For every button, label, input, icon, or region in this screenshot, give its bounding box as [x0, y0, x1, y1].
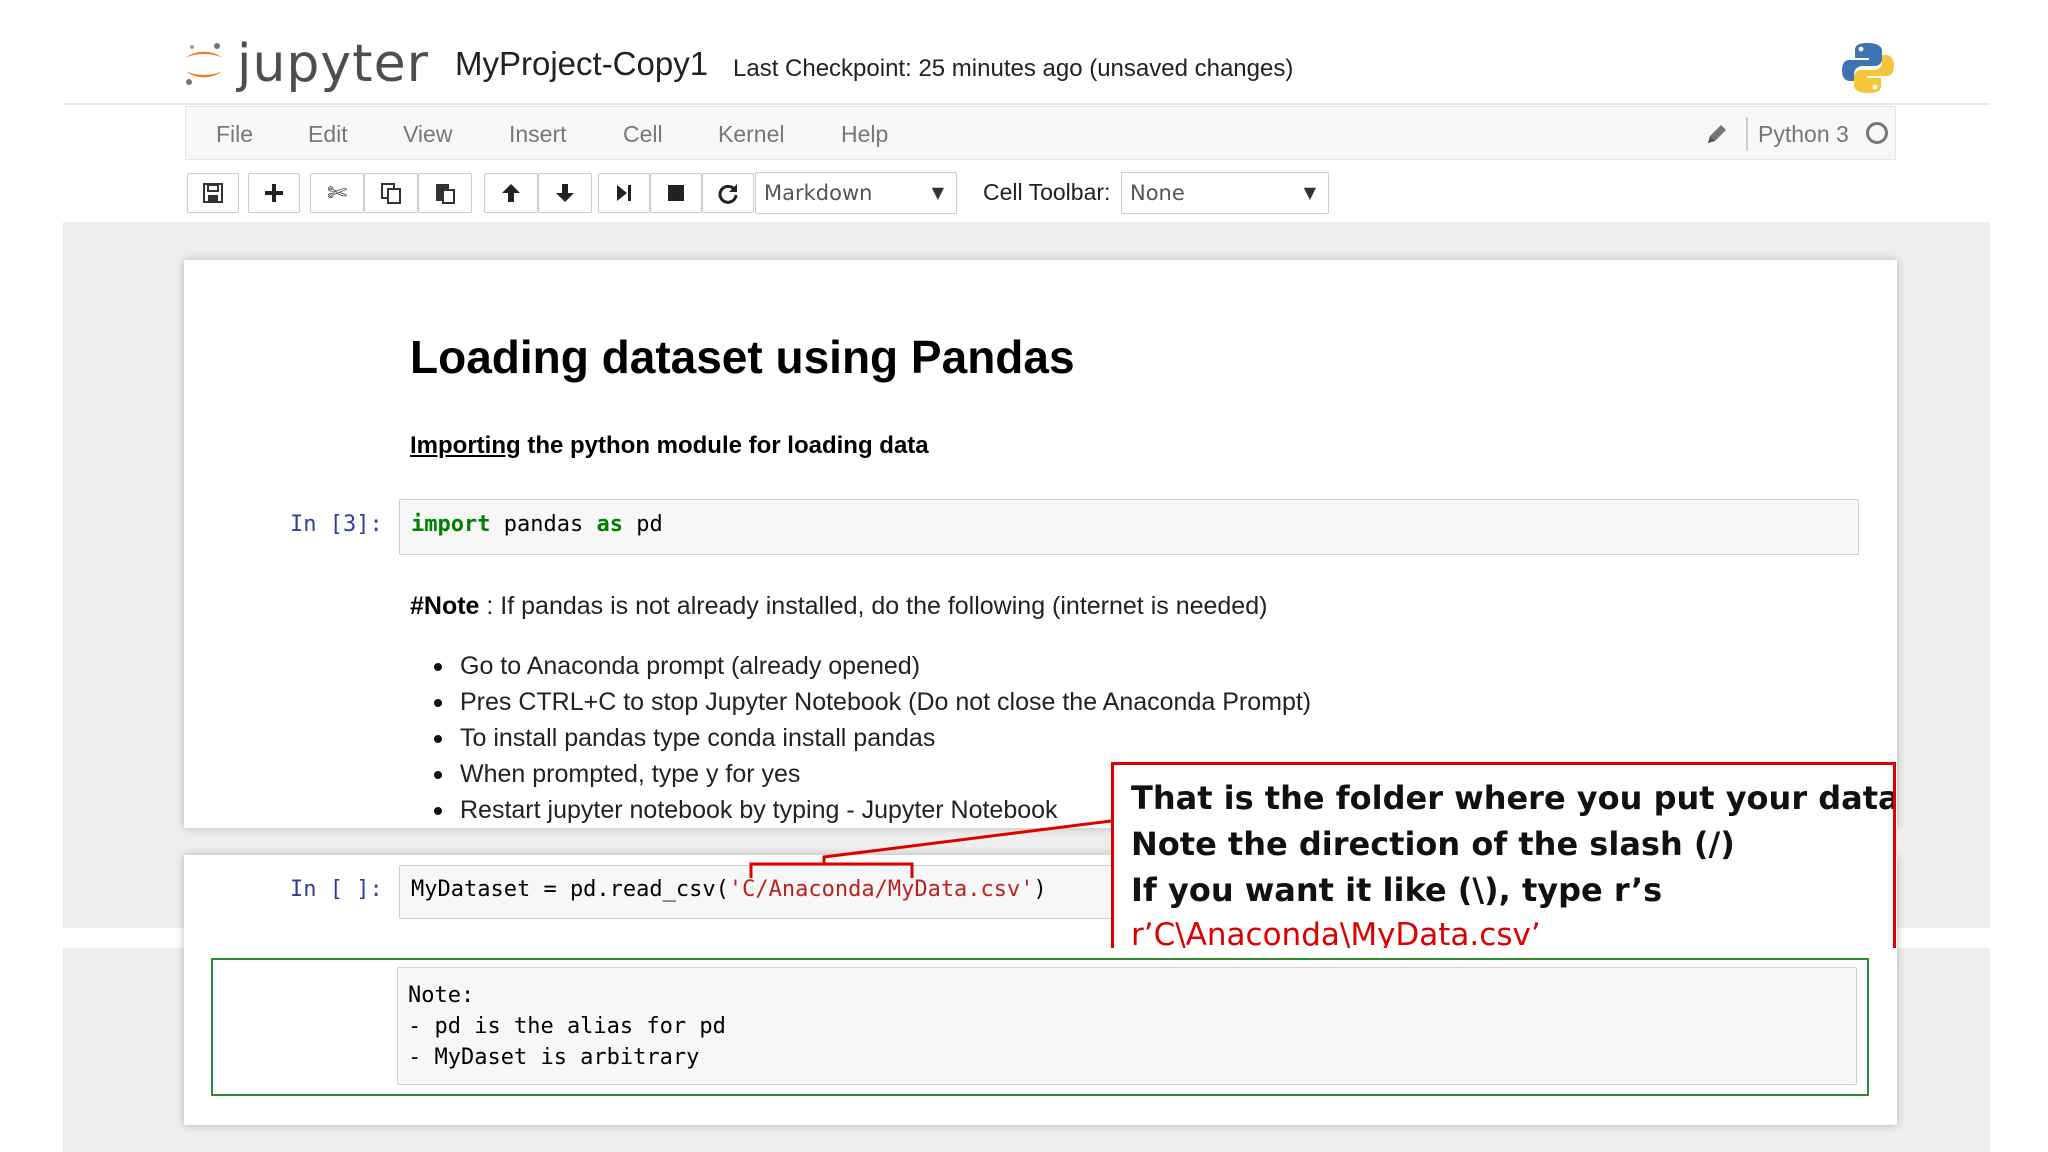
subheading-underlined: Importing — [410, 432, 521, 459]
note-text: : If pandas is not already installed, do… — [479, 592, 1268, 620]
jupyter-logo-icon — [183, 41, 225, 87]
cut-icon: ✄ — [326, 179, 348, 207]
code-cell-input[interactable]: import pandas as pd — [399, 499, 1859, 555]
raw-note-cell[interactable]: Note: - pd is the alias for pd - MyDaset… — [397, 967, 1857, 1085]
paste-button[interactable] — [418, 173, 472, 213]
cell-type-value: Markdown — [764, 181, 873, 205]
interrupt-kernel-button[interactable] — [650, 173, 702, 213]
stop-icon — [668, 185, 684, 201]
kernel-separator — [1746, 117, 1748, 151]
markdown-subheading: Importing the python module for loading … — [410, 432, 929, 460]
callout-line: If you want it like (\), type r’s — [1131, 871, 1663, 909]
cell-toolbar-select[interactable]: None ▼ — [1121, 172, 1329, 214]
menu-file[interactable]: File — [216, 121, 253, 148]
move-down-icon — [556, 184, 574, 202]
menu-insert[interactable]: Insert — [509, 121, 567, 148]
move-up-icon — [502, 184, 520, 202]
restart-kernel-button[interactable] — [702, 173, 754, 213]
kernel-status-idle-icon — [1866, 122, 1888, 144]
menu-kernel[interactable]: Kernel — [718, 121, 784, 148]
code-text: pandas — [490, 512, 597, 537]
cell-toolbar-label: Cell Toolbar: — [983, 179, 1111, 205]
callout-example-path: r’C\Anaconda\MyData.csv’ — [1131, 917, 1541, 948]
menubar: File Edit View Insert Cell Kernel Help P… — [185, 106, 1896, 160]
code-text: MyDataset = pd.read_csv( — [411, 877, 729, 902]
save-button[interactable] — [187, 173, 239, 213]
notebook-name[interactable]: MyProject-Copy1 — [455, 45, 708, 83]
code-keyword: as — [596, 512, 623, 537]
code-text: ) — [1033, 877, 1047, 902]
run-icon — [617, 185, 631, 201]
edit-mode-pencil-icon — [1704, 121, 1730, 147]
annotation-callout: That is the folder where you put your da… — [1111, 762, 1896, 948]
header-divider — [63, 103, 1990, 105]
jupyter-wordmark: jupyter — [237, 34, 429, 94]
code-keyword: import — [411, 512, 491, 537]
callout-connector — [749, 819, 1112, 878]
callout-line: That is the folder where you put your da… — [1131, 779, 1896, 817]
cell-type-select[interactable]: Markdown ▼ — [755, 172, 957, 214]
run-cell-button[interactable] — [598, 173, 650, 213]
move-cell-up-button[interactable] — [484, 173, 538, 213]
cell-prompt: In [3]: — [290, 512, 383, 537]
list-item: To install pandas type conda install pan… — [432, 720, 1311, 756]
paste-icon — [436, 184, 455, 204]
cell-toolbar-value: None — [1130, 181, 1185, 205]
python-logo-icon — [1840, 40, 1896, 96]
cell-prompt: In [ ]: — [290, 877, 383, 902]
jupyter-logo[interactable]: jupyter — [183, 34, 429, 94]
kernel-name[interactable]: Python 3 — [1758, 121, 1849, 148]
menu-help[interactable]: Help — [841, 121, 888, 148]
checkpoint-status: Last Checkpoint: 25 minutes ago (unsaved… — [733, 55, 1294, 82]
markdown-heading: Loading dataset using Pandas — [410, 331, 1075, 383]
menu-cell[interactable]: Cell — [623, 121, 663, 148]
copy-button[interactable] — [364, 173, 418, 213]
save-icon — [203, 183, 223, 203]
copy-icon — [381, 183, 401, 204]
menu-view[interactable]: View — [403, 121, 452, 148]
subheading-text: the python module for loading data — [520, 432, 929, 459]
code-string: 'C/Anaconda/MyData.csv' — [728, 877, 1034, 902]
move-cell-down-button[interactable] — [538, 173, 592, 213]
restart-icon — [718, 184, 738, 204]
callout-line: Note the direction of the slash (/) — [1131, 825, 1735, 863]
note-paragraph: #Note : If pandas is not already install… — [410, 592, 1267, 621]
chevron-down-icon: ▼ — [931, 183, 944, 202]
note-label: #Note — [410, 592, 480, 620]
list-item: Go to Anaconda prompt (already opened) — [432, 648, 1311, 684]
add-cell-icon — [265, 184, 283, 202]
chevron-down-icon: ▼ — [1303, 183, 1316, 202]
code-text: pd — [622, 512, 663, 537]
list-item: Pres CTRL+C to stop Jupyter Notebook (Do… — [432, 684, 1311, 720]
cut-button[interactable]: ✄ — [310, 173, 364, 213]
insert-cell-button[interactable] — [248, 173, 300, 213]
menu-edit[interactable]: Edit — [308, 121, 348, 148]
